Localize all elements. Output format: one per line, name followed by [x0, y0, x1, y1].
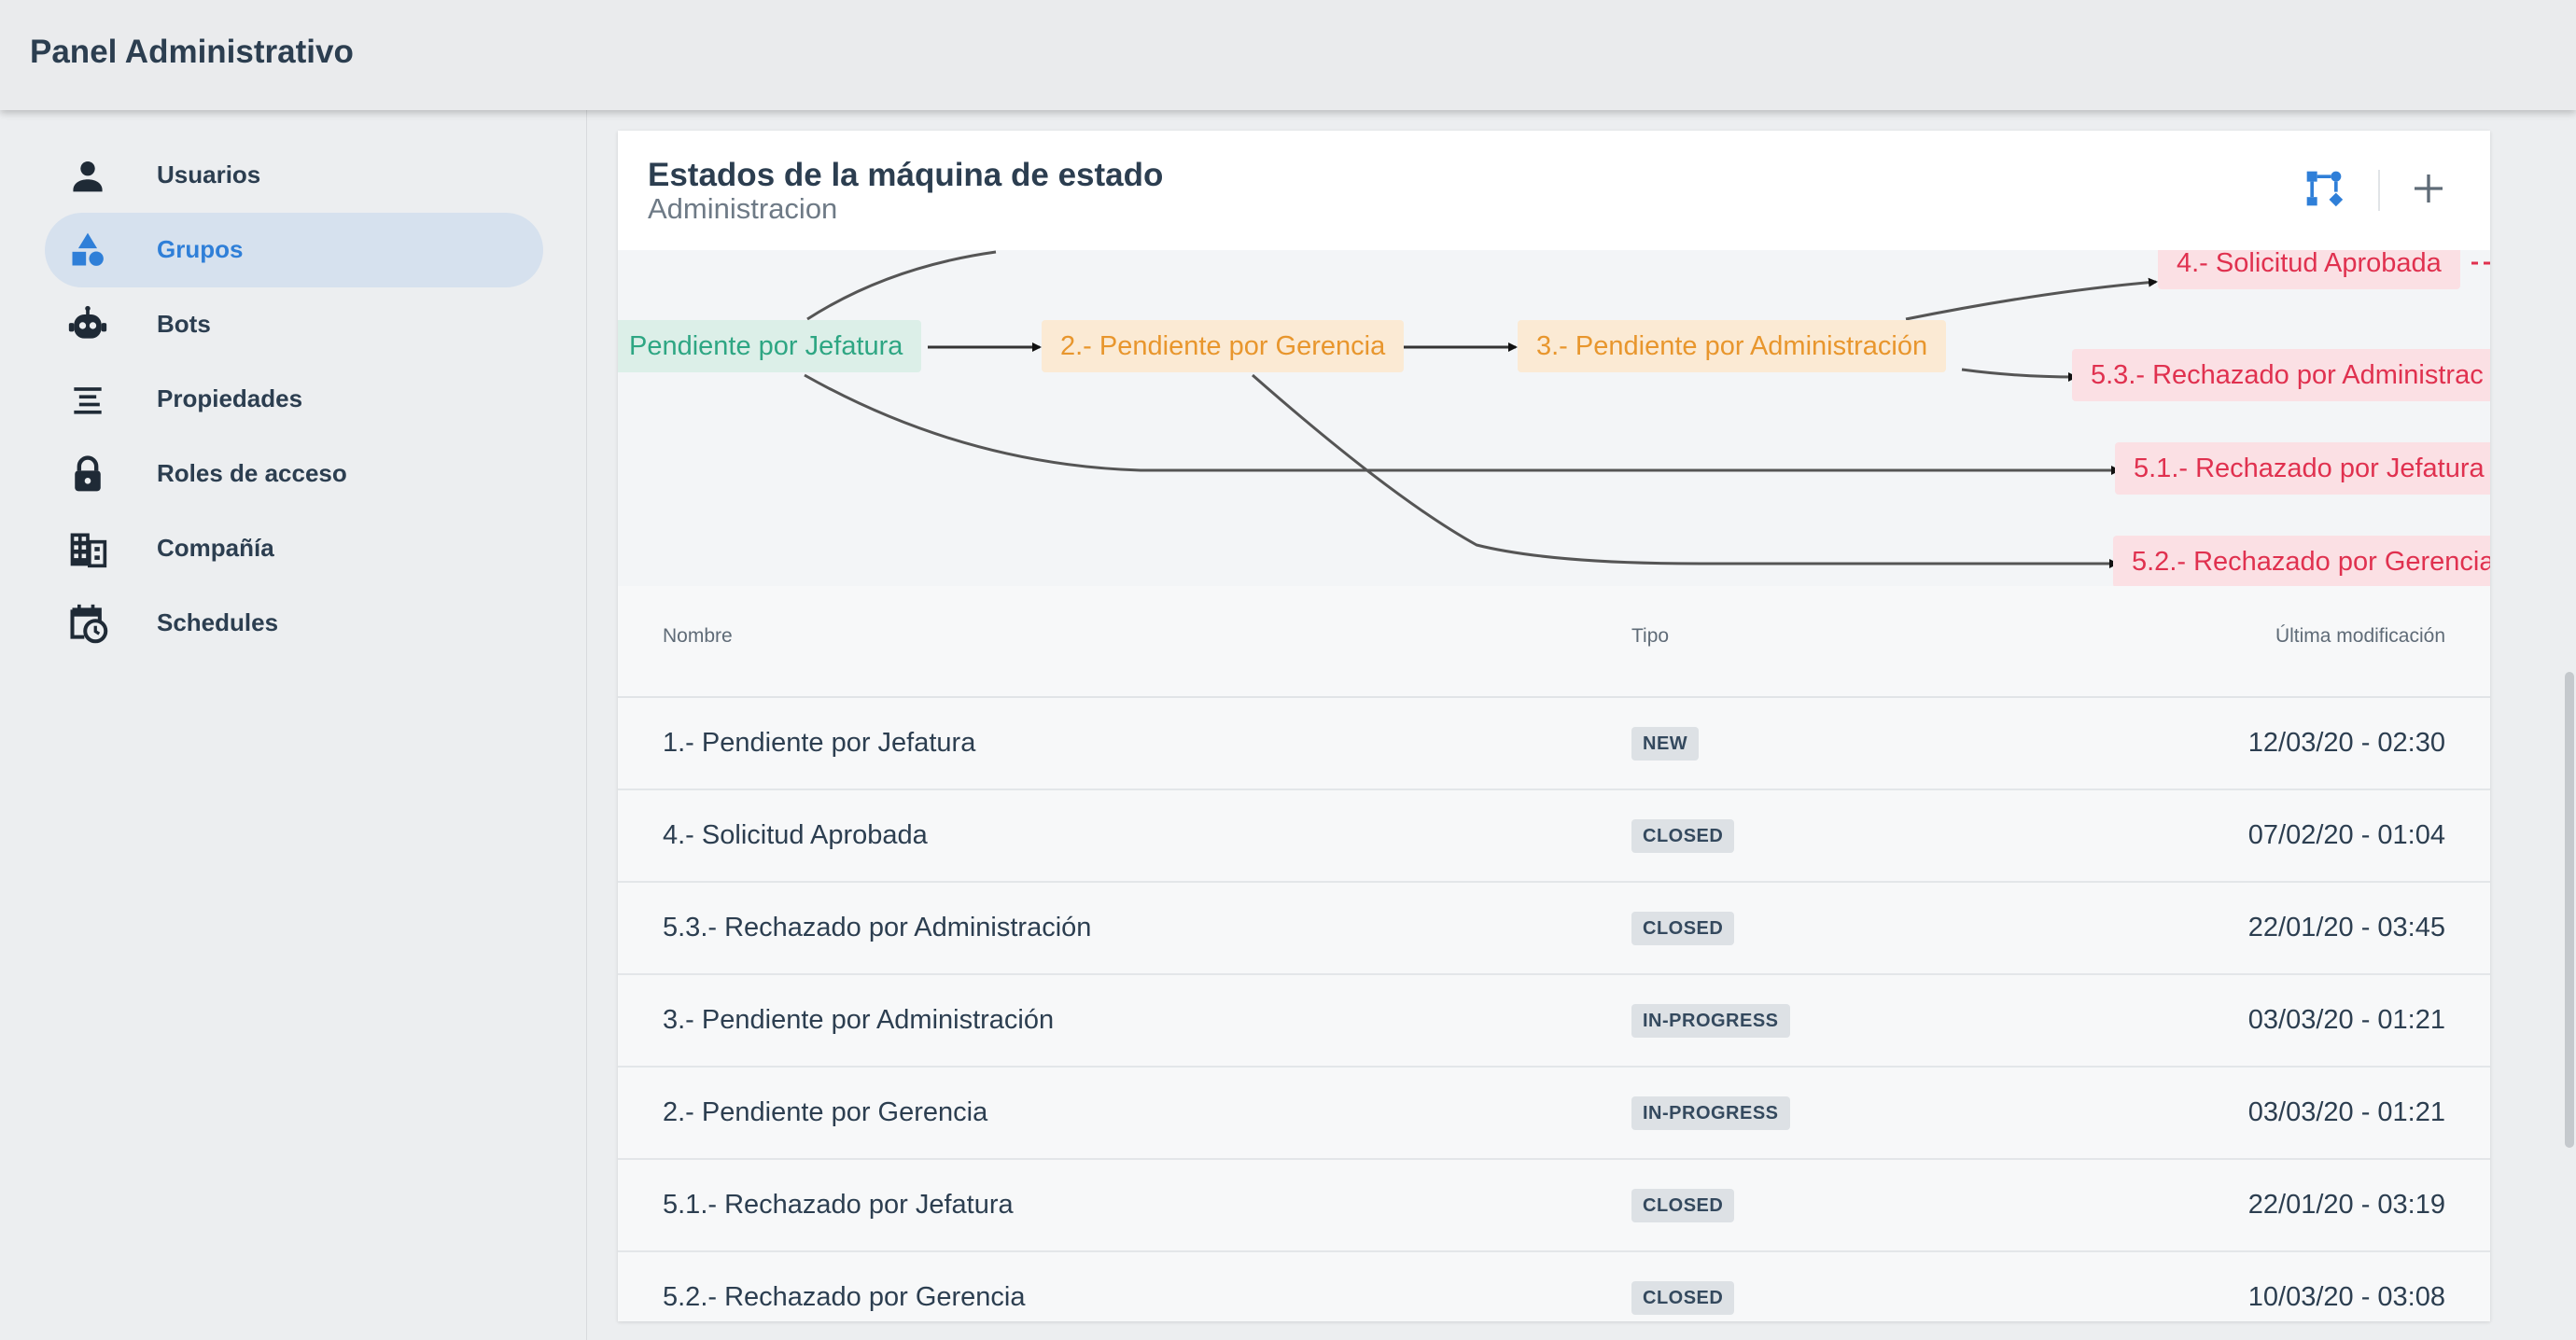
state-type-badge: IN-PROGRESS	[1631, 1004, 1790, 1038]
table-row[interactable]: 5.2.- Rechazado por Gerencia CLOSED 10/0…	[618, 1252, 2490, 1321]
state-modified-date: 12/03/20 - 02:30	[2247, 728, 2445, 758]
column-header-modified[interactable]: Última modificación	[2275, 625, 2445, 648]
state-type-badge: CLOSED	[1631, 912, 1735, 945]
shapes-icon	[67, 230, 108, 271]
table-row[interactable]: 1.- Pendiente por Jefatura NEW 12/03/20 …	[618, 698, 2490, 790]
state-modified-date: 03/03/20 - 01:21	[2247, 1097, 2445, 1127]
diagram-node-state-5-3[interactable]: 5.3.- Rechazado por Administrac	[2072, 349, 2490, 401]
sidebar-item-label: Schedules	[157, 608, 279, 636]
sidebar-item-compania[interactable]: Compañía	[45, 511, 543, 586]
state-name: 2.- Pendiente por Gerencia	[663, 1097, 988, 1127]
state-name: 5.3.- Rechazado por Administración	[663, 913, 1092, 942]
diagram-node-state-1[interactable]: Pendiente por Jefatura	[618, 320, 922, 372]
top-app-bar: Panel Administrativo	[0, 0, 2576, 110]
diagram-node-state-5-1[interactable]: 5.1.- Rechazado por Jefatura	[2115, 442, 2490, 495]
sidebar-item-label: Roles de acceso	[157, 459, 347, 487]
state-type-badge: IN-PROGRESS	[1631, 1096, 1790, 1130]
app-title: Panel Administrativo	[30, 34, 354, 70]
state-name: 5.2.- Rechazado por Gerencia	[663, 1282, 1026, 1312]
state-name: 4.- Solicitud Aprobada	[663, 820, 928, 850]
column-header-name[interactable]: Nombre	[663, 625, 733, 648]
sidebar-item-grupos[interactable]: Grupos	[45, 213, 543, 287]
diagram-node-state-4[interactable]: 4.- Solicitud Aprobada	[2158, 250, 2460, 289]
sidebar-item-label: Compañía	[157, 534, 274, 562]
card-title: Estados de la máquina de estado	[648, 157, 1164, 193]
sidebar-item-roles[interactable]: Roles de acceso	[45, 437, 543, 511]
state-modified-date: 03/03/20 - 01:21	[2247, 1005, 2445, 1035]
card-subtitle: Administracion	[648, 192, 838, 225]
sidebar-item-label: Bots	[157, 310, 211, 338]
state-modified-date: 22/01/20 - 03:45	[2247, 913, 2445, 942]
flow-diagram-icon	[2303, 168, 2345, 214]
page-scrollbar-thumb[interactable]	[2565, 672, 2574, 1148]
state-machine-card: Estados de la máquina de estado Administ…	[618, 131, 2490, 1321]
sidebar-item-propiedades[interactable]: Propiedades	[45, 362, 543, 437]
state-type-badge: CLOSED	[1631, 1189, 1735, 1222]
sidebar-item-schedules[interactable]: Schedules	[45, 586, 543, 661]
table-header: Nombre Tipo Última modificación	[618, 586, 2490, 698]
state-name: 5.1.- Rechazado por Jefatura	[663, 1190, 1014, 1220]
building-icon	[67, 528, 108, 569]
calendar-clock-icon	[67, 603, 108, 644]
sidebar-item-bots[interactable]: Bots	[45, 287, 543, 362]
table-row[interactable]: 5.1.- Rechazado por Jefatura CLOSED 22/0…	[618, 1160, 2490, 1252]
card-header: Estados de la máquina de estado Administ…	[618, 131, 2490, 251]
plus-icon	[2410, 170, 2447, 212]
sidebar-item-usuarios[interactable]: Usuarios	[45, 138, 543, 213]
lock-icon	[67, 454, 108, 495]
state-modified-date: 22/01/20 - 03:19	[2247, 1190, 2445, 1220]
sidebar-item-label: Grupos	[157, 235, 244, 263]
sidebar-item-label: Propiedades	[157, 384, 303, 412]
column-header-type[interactable]: Tipo	[1631, 625, 1669, 648]
state-modified-date: 07/02/20 - 01:04	[2247, 820, 2445, 850]
table-row[interactable]: 2.- Pendiente por Gerencia IN-PROGRESS 0…	[618, 1068, 2490, 1160]
diagram-node-state-5-2[interactable]: 5.2.- Rechazado por Gerencia	[2113, 536, 2490, 588]
states-table: Nombre Tipo Última modificación 1.- Pend…	[618, 586, 2490, 1321]
sort-lines-icon	[67, 379, 108, 420]
sidebar-nav: Usuarios Grupos Bots Propiedades Roles d…	[0, 110, 587, 1340]
sidebar-item-label: Usuarios	[157, 161, 261, 188]
table-row[interactable]: 5.3.- Rechazado por Administración CLOSE…	[618, 883, 2490, 975]
state-type-badge: CLOSED	[1631, 1281, 1735, 1315]
robot-icon	[67, 304, 108, 345]
state-type-badge: NEW	[1631, 727, 1700, 761]
add-state-button[interactable]	[2402, 164, 2455, 216]
person-icon	[67, 155, 108, 196]
state-type-badge: CLOSED	[1631, 819, 1735, 853]
table-row[interactable]: 3.- Pendiente por Administración IN-PROG…	[618, 975, 2490, 1068]
state-name: 3.- Pendiente por Administración	[663, 1005, 1055, 1035]
header-divider	[2378, 170, 2380, 211]
table-row[interactable]: 4.- Solicitud Aprobada CLOSED 07/02/20 -…	[618, 790, 2490, 883]
diagram-node-state-3[interactable]: 3.- Pendiente por Administración	[1518, 320, 1947, 372]
state-name: 1.- Pendiente por Jefatura	[663, 728, 976, 758]
diagram-view-button[interactable]	[2298, 164, 2350, 216]
state-modified-date: 10/03/20 - 03:08	[2247, 1282, 2445, 1312]
diagram-node-state-2[interactable]: 2.- Pendiente por Gerencia	[1042, 320, 1405, 372]
